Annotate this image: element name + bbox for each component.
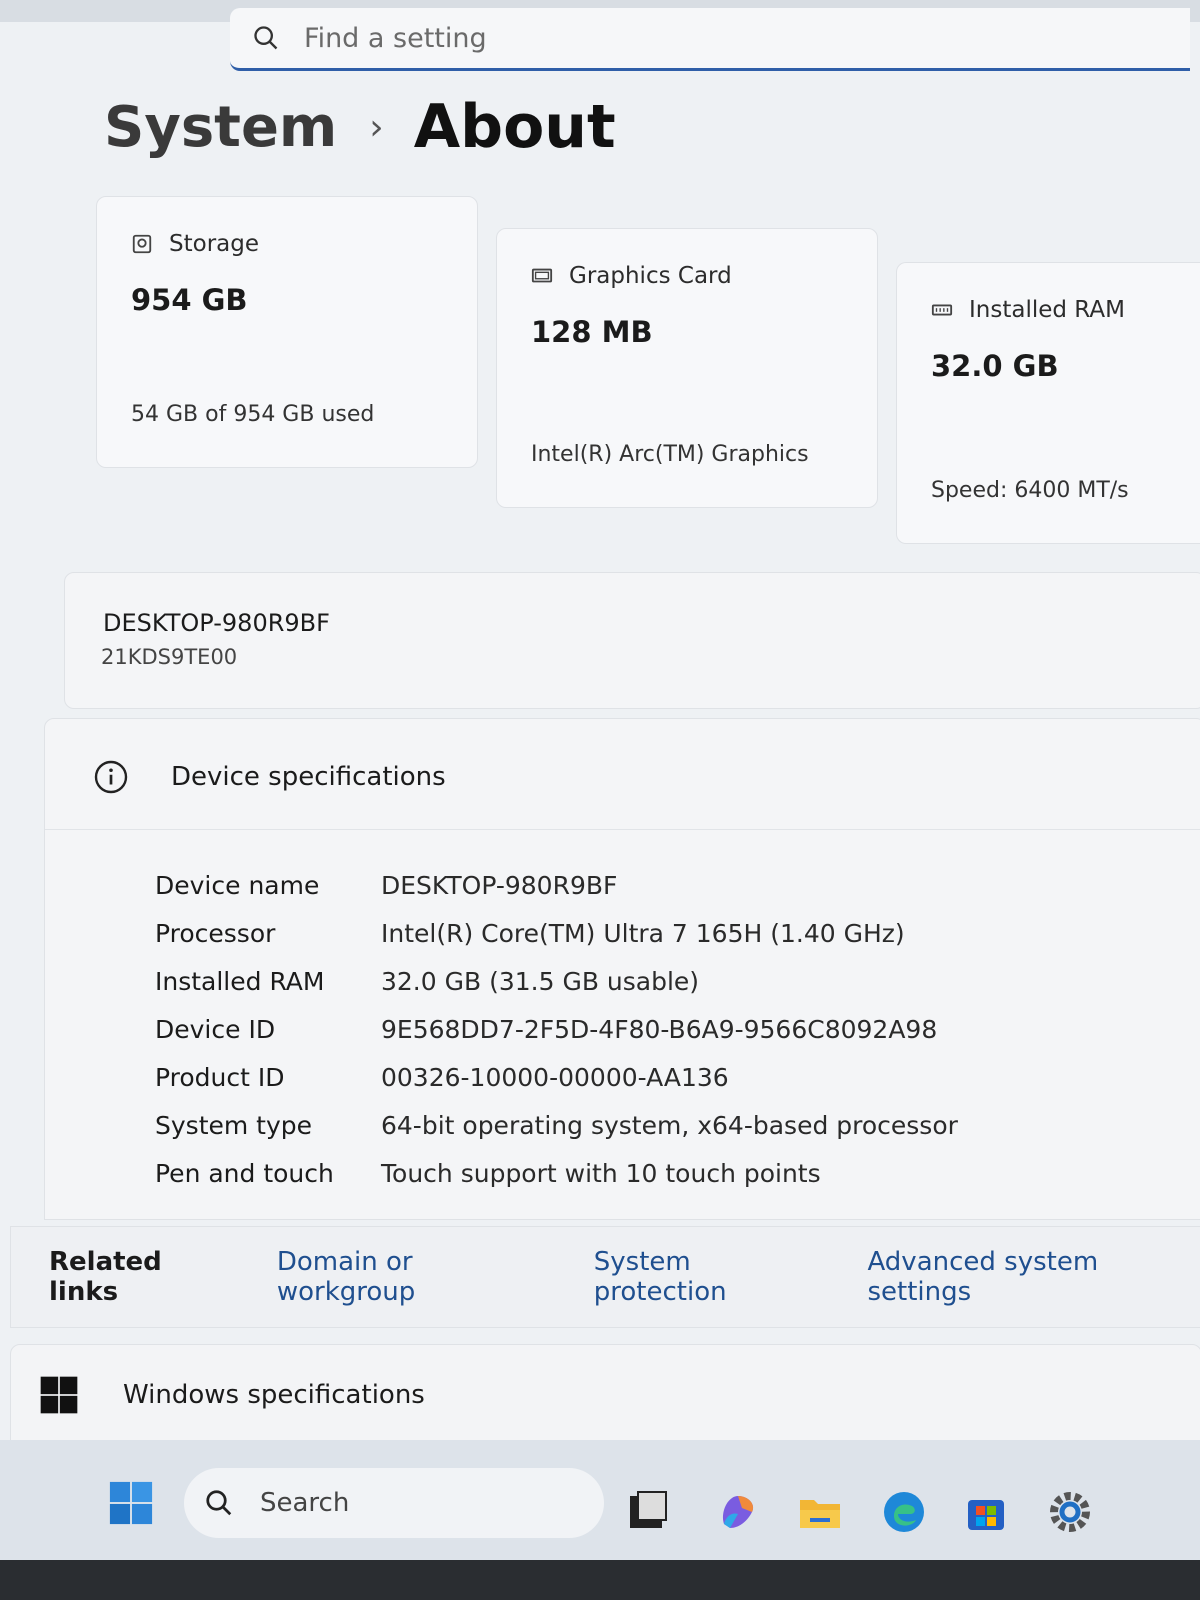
graphics-title: Graphics Card <box>569 263 732 289</box>
domain-workgroup-link[interactable]: Domain or workgroup <box>277 1247 552 1307</box>
settings-search-box[interactable] <box>230 8 1190 71</box>
spec-row-installed-ram: Installed RAM 32.0 GB (31.5 GB usable) <box>155 957 958 1005</box>
graphics-value: 128 MB <box>531 315 653 349</box>
taskbar: Search <box>0 1440 1200 1600</box>
spec-value: DESKTOP-980R9BF <box>381 870 618 900</box>
system-protection-link[interactable]: System protection <box>594 1247 826 1307</box>
device-name-card[interactable]: DESKTOP-980R9BF 21KDS9TE00 <box>64 572 1200 709</box>
spec-label: System type <box>155 1110 313 1140</box>
spec-value: Touch support with 10 touch points <box>381 1158 821 1188</box>
store-icon[interactable] <box>962 1488 1010 1536</box>
copilot-icon[interactable] <box>714 1488 762 1536</box>
advanced-system-settings-link[interactable]: Advanced system settings <box>867 1247 1200 1307</box>
spec-value: 00326-10000-00000-AA136 <box>381 1062 729 1092</box>
chevron-right-icon: › <box>369 106 384 148</box>
file-explorer-icon[interactable] <box>796 1488 844 1536</box>
spec-label: Processor <box>155 918 276 948</box>
related-links-bar: Related links Domain or workgroup System… <box>10 1226 1200 1328</box>
breadcrumb: System › About <box>104 92 616 162</box>
ram-detail: Speed: 6400 MT/s <box>931 478 1129 503</box>
graphics-card[interactable]: Graphics Card 128 MB Intel(R) Arc(TM) Gr… <box>496 228 878 508</box>
windows-specifications-title: Windows specifications <box>123 1380 425 1410</box>
windows-specifications-header[interactable]: Windows specifications <box>10 1344 1200 1446</box>
ram-title: Installed RAM <box>969 297 1125 323</box>
spec-row-device-name: Device name DESKTOP-980R9BF <box>155 861 958 909</box>
spec-value: 64-bit operating system, x64-based proce… <box>381 1110 958 1140</box>
spec-label: Device ID <box>155 1014 276 1044</box>
taskbar-bottom-edge <box>0 1560 1200 1600</box>
device-model: 21KDS9TE00 <box>101 645 238 669</box>
ram-card[interactable]: Installed RAM 32.0 GB Speed: 6400 MT/s <box>896 262 1200 544</box>
spec-row-pen-touch: Pen and touch Touch support with 10 touc… <box>155 1149 958 1197</box>
spec-row-processor: Processor Intel(R) Core(TM) Ultra 7 165H… <box>155 909 958 957</box>
spec-label: Pen and touch <box>155 1158 334 1188</box>
storage-value: 954 GB <box>131 283 248 317</box>
device-specifications-section: Device specifications Device name DESKTO… <box>44 718 1200 1220</box>
taskbar-search-label: Search <box>260 1488 350 1518</box>
device-specifications-header[interactable]: Device specifications <box>93 759 446 795</box>
info-icon <box>94 760 128 794</box>
ram-value: 32.0 GB <box>931 349 1059 383</box>
search-icon <box>254 26 278 50</box>
breadcrumb-system[interactable]: System <box>104 95 337 160</box>
device-specifications-title: Device specifications <box>171 762 446 792</box>
spec-row-system-type: System type 64-bit operating system, x64… <box>155 1101 958 1149</box>
spec-label: Device name <box>155 870 320 900</box>
search-icon <box>206 1490 232 1516</box>
storage-card[interactable]: Storage 954 GB 54 GB of 954 GB used <box>96 196 478 468</box>
spec-row-product-id: Product ID 00326-10000-00000-AA136 <box>155 1053 958 1101</box>
spec-value: 9E568DD7-2F5D-4F80-B6A9-9566C8092A98 <box>381 1014 938 1044</box>
ram-icon <box>931 304 953 316</box>
storage-title: Storage <box>169 231 259 257</box>
spec-label: Product ID <box>155 1062 285 1092</box>
spec-label: Installed RAM <box>155 966 325 996</box>
spec-value: 32.0 GB (31.5 GB usable) <box>381 966 700 996</box>
spec-row-device-id: Device ID 9E568DD7-2F5D-4F80-B6A9-9566C8… <box>155 1005 958 1053</box>
device-name: DESKTOP-980R9BF <box>103 609 330 637</box>
spec-rows: Device name DESKTOP-980R9BF Processor In… <box>155 861 958 1197</box>
section-divider <box>45 829 1200 830</box>
taskbar-search[interactable]: Search <box>184 1468 604 1538</box>
storage-detail: 54 GB of 954 GB used <box>131 402 375 427</box>
graphics-card-icon <box>531 268 553 283</box>
spec-value: Intel(R) Core(TM) Ultra 7 165H (1.40 GHz… <box>381 918 905 948</box>
start-button-icon[interactable] <box>108 1480 154 1526</box>
page-title: About <box>413 92 616 162</box>
settings-search-input[interactable] <box>302 21 1006 55</box>
task-view-icon[interactable] <box>624 1488 672 1536</box>
settings-icon[interactable] <box>1046 1488 1094 1536</box>
storage-drive-icon <box>132 234 152 254</box>
related-links-label: Related links <box>49 1247 162 1307</box>
windows-logo-icon <box>40 1376 78 1414</box>
edge-icon[interactable] <box>880 1488 928 1536</box>
graphics-detail: Intel(R) Arc(TM) Graphics <box>531 442 809 467</box>
